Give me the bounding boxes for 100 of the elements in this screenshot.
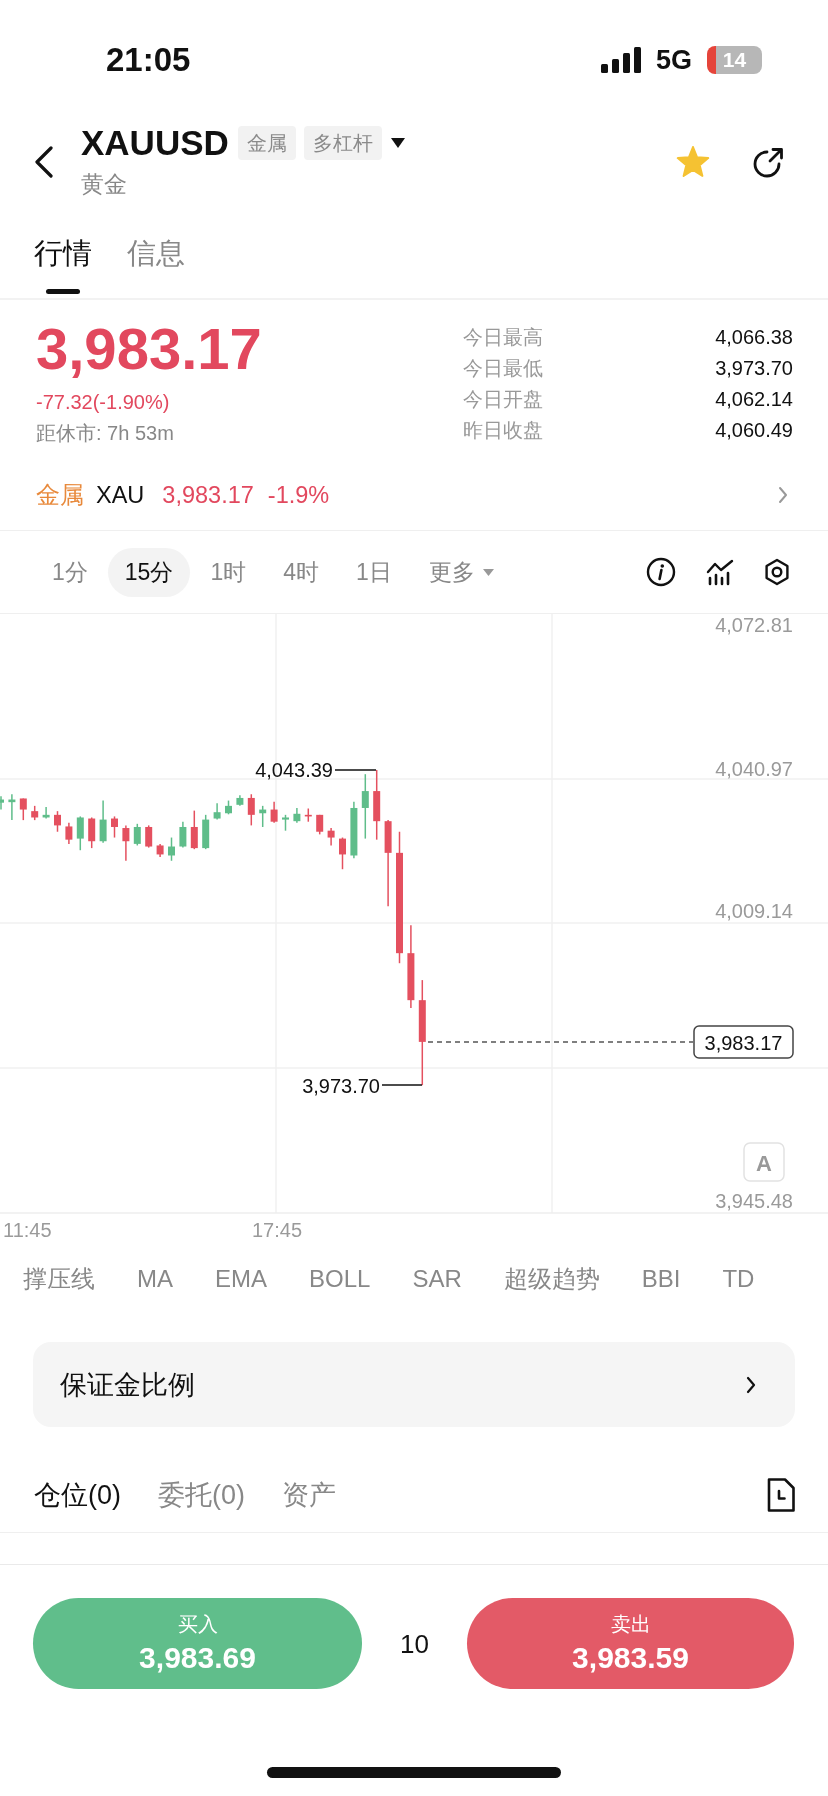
tab[interactable]: 行情 <box>34 236 92 294</box>
candle <box>373 769 381 841</box>
buy-button[interactable]: 买入 3,983.69 <box>33 1598 362 1689</box>
indicator-tab[interactable]: EMA <box>215 1264 267 1294</box>
indicator-tab[interactable]: MA <box>137 1264 173 1294</box>
indicator-tab[interactable]: 撑压线 <box>23 1264 95 1294</box>
candle <box>19 797 27 821</box>
position-tab[interactable]: 仓位(0) <box>34 1477 121 1512</box>
last-price: 3,983.17 <box>36 320 262 378</box>
stat-value: 4,060.49 <box>715 418 793 443</box>
related-change: -1.9% <box>267 481 330 509</box>
candle <box>65 822 73 845</box>
candle <box>213 802 221 821</box>
quantity-value: 10 <box>400 1628 429 1659</box>
interval-tab[interactable]: 1日 <box>339 547 409 597</box>
document-clock-icon[interactable] <box>766 1476 796 1513</box>
candle <box>168 836 175 862</box>
candle <box>247 793 255 827</box>
settings-icon[interactable] <box>764 558 790 586</box>
price-axis-label: 4,040.97 <box>715 758 793 780</box>
candle <box>133 823 141 847</box>
candle <box>304 807 312 823</box>
candle <box>316 814 324 836</box>
back-icon[interactable] <box>34 146 54 178</box>
chart-icon[interactable] <box>706 558 734 586</box>
candle <box>293 807 301 824</box>
candle <box>76 815 84 851</box>
interval-tab[interactable]: 4时 <box>266 547 336 597</box>
candle <box>145 824 153 849</box>
caret-icon[interactable] <box>390 138 405 148</box>
low-price-label: 3,973.70 <box>302 1075 380 1097</box>
info-icon[interactable] <box>646 557 676 587</box>
related-symbol: XAU <box>96 481 145 509</box>
price-axis-label: 4,009.14 <box>715 900 793 922</box>
candle <box>190 809 198 850</box>
last-price-tag: 3,983.17 <box>693 1025 794 1059</box>
caret-icon <box>482 568 494 576</box>
indicator-tab[interactable]: SAR <box>412 1264 462 1294</box>
margin-ratio-row[interactable]: 保证金比例 <box>33 1342 795 1427</box>
time-axis-label: 17:45 <box>251 1219 303 1241</box>
signal-icon <box>600 47 641 73</box>
indicator-tab[interactable]: 超级趋势 <box>503 1264 600 1294</box>
battery-percent: 14 <box>722 48 747 72</box>
time-axis-label: 11:45 <box>3 1219 52 1241</box>
position-tab[interactable]: 资产 <box>282 1477 336 1512</box>
interval-tab[interactable]: 15分 <box>107 547 191 597</box>
candle <box>0 795 4 811</box>
leader-line <box>381 1084 423 1086</box>
stat-value: 4,062.14 <box>715 387 793 412</box>
star-icon[interactable] <box>676 146 710 178</box>
high-price-label: 4,043.39 <box>255 759 333 781</box>
indicator-tab[interactable]: BOLL <box>309 1264 371 1294</box>
candle <box>42 806 50 820</box>
candle <box>270 800 278 824</box>
stat-label: 今日最高 <box>463 325 543 350</box>
share-icon[interactable] <box>752 146 784 178</box>
related-category: 金属 <box>36 481 84 510</box>
stat-label: 昨日收盘 <box>463 418 543 443</box>
interval-tab[interactable]: 1时 <box>193 547 264 597</box>
candle <box>339 836 346 870</box>
candle <box>179 820 187 849</box>
position-tab[interactable]: 委托(0) <box>158 1477 245 1512</box>
price-axis-label: 3,945.48 <box>715 1190 793 1212</box>
candle <box>225 799 232 816</box>
candle <box>236 794 244 807</box>
instrument-name: 黄金 <box>81 170 127 199</box>
interval-tab[interactable]: 1分 <box>35 547 105 597</box>
candle <box>54 810 61 833</box>
candle <box>156 843 164 858</box>
stat-value: 3,973.70 <box>715 356 793 381</box>
candle <box>259 805 267 828</box>
chevron-right-icon <box>746 1375 756 1394</box>
stat-value: 4,066.38 <box>715 325 793 350</box>
candle <box>31 805 39 821</box>
stat-label: 今日最低 <box>463 356 543 381</box>
candle <box>88 816 96 849</box>
tab[interactable]: 信息 <box>127 236 185 294</box>
candle <box>350 800 358 859</box>
candle <box>99 799 107 844</box>
sell-button[interactable]: 卖出 3,983.59 <box>467 1598 794 1689</box>
candle <box>202 814 210 850</box>
market-tag: 多杠杆 <box>303 126 382 160</box>
more-dropdown[interactable]: 更多 <box>411 547 511 597</box>
status-time: 21:05 <box>106 40 191 80</box>
candle <box>111 815 118 839</box>
indicator-tab[interactable]: TD <box>722 1264 755 1294</box>
stat-label: 今日开盘 <box>463 387 543 412</box>
candle <box>282 814 289 832</box>
leader-line <box>334 769 377 771</box>
related-price: 3,983.17 <box>162 481 254 509</box>
market-tag: 金属 <box>237 126 296 160</box>
indicator-tab[interactable]: BBI <box>641 1264 681 1294</box>
chevron-right-icon[interactable] <box>778 486 788 504</box>
auto-scale-button[interactable]: A <box>743 1142 785 1182</box>
candle <box>122 824 130 862</box>
price-axis-label: 4,072.81 <box>715 614 793 636</box>
candle <box>327 827 335 847</box>
market-close-countdown: 距休市: 7h 53m <box>36 421 174 445</box>
symbol-title: XAUUSD <box>81 125 229 161</box>
candle <box>361 773 369 840</box>
